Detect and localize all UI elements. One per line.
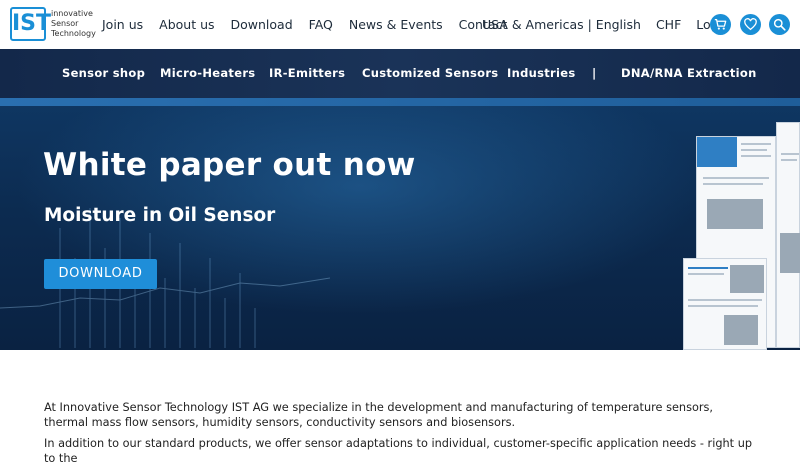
search-icon xyxy=(773,18,786,31)
nav-ir-emitters[interactable]: IR-Emitters xyxy=(269,49,345,98)
intro-paragraph: In addition to our standard products, we… xyxy=(44,437,753,465)
top-utility-nav: USA & Americas | English CHF Login xyxy=(482,0,745,49)
paper-line xyxy=(703,183,763,185)
paper-line xyxy=(781,159,797,161)
paper-line xyxy=(688,305,758,307)
company-logo[interactable]: IST innovative Sensor Technology xyxy=(10,7,100,41)
paper-line xyxy=(781,153,799,155)
logo-line: Sensor xyxy=(51,19,79,28)
white-paper-page-right xyxy=(776,122,800,348)
paper-image xyxy=(724,315,758,345)
topnav-about-us[interactable]: About us xyxy=(159,17,214,32)
logo-line: innovative xyxy=(51,9,93,18)
logo-text: innovative Sensor Technology xyxy=(51,9,96,39)
hero-title: White paper out now xyxy=(43,147,416,183)
hero-subtitle: Moisture in Oil Sensor xyxy=(44,205,276,226)
region-language-selector[interactable]: USA & Americas | English xyxy=(482,17,641,32)
white-paper-page-front xyxy=(683,258,767,350)
cart-icon xyxy=(714,18,727,30)
nav-sensor-shop[interactable]: Sensor shop xyxy=(62,49,145,98)
cart-button[interactable] xyxy=(710,14,731,35)
search-button[interactable] xyxy=(769,14,790,35)
top-header: IST innovative Sensor Technology Join us… xyxy=(0,0,800,49)
nav-customized-sensors[interactable]: Customized Sensors xyxy=(362,49,498,98)
currency-selector[interactable]: CHF xyxy=(656,17,681,32)
intro-text: At Innovative Sensor Technology IST AG w… xyxy=(44,400,759,472)
paper-line xyxy=(741,155,771,157)
topnav-news-events[interactable]: News & Events xyxy=(349,17,443,32)
paper-blue-block xyxy=(697,137,737,167)
nav-micro-heaters[interactable]: Micro-Heaters xyxy=(160,49,255,98)
nav-dna-rna-extraction[interactable]: DNA/RNA Extraction xyxy=(621,49,757,98)
paper-line xyxy=(741,149,767,151)
paper-image xyxy=(780,233,800,273)
logo-mark: IST xyxy=(10,7,51,41)
main-nav: Sensor shop Micro-Heaters IR-Emitters Cu… xyxy=(0,49,800,98)
paper-line xyxy=(703,177,769,179)
paper-line xyxy=(688,299,762,301)
heart-icon xyxy=(744,18,757,31)
paper-image xyxy=(730,265,764,293)
paper-line xyxy=(741,143,771,145)
paper-image xyxy=(707,199,763,229)
topnav-download[interactable]: Download xyxy=(231,17,293,32)
top-nav: Join us About us Download FAQ News & Eve… xyxy=(102,0,523,49)
nav-industries[interactable]: Industries xyxy=(507,49,576,98)
wishlist-button[interactable] xyxy=(740,14,761,35)
intro-paragraph: At Innovative Sensor Technology IST AG w… xyxy=(44,401,713,429)
logo-line: Technology xyxy=(51,29,96,38)
download-button[interactable]: DOWNLOAD xyxy=(44,259,157,289)
paper-line xyxy=(688,267,728,269)
topnav-join-us[interactable]: Join us xyxy=(102,17,143,32)
topnav-faq[interactable]: FAQ xyxy=(309,17,333,32)
hero-top-strip xyxy=(0,98,800,106)
paper-line xyxy=(688,273,724,275)
hero-banner: White paper out now Moisture in Oil Sens… xyxy=(0,98,800,350)
nav-separator: | xyxy=(592,66,597,80)
